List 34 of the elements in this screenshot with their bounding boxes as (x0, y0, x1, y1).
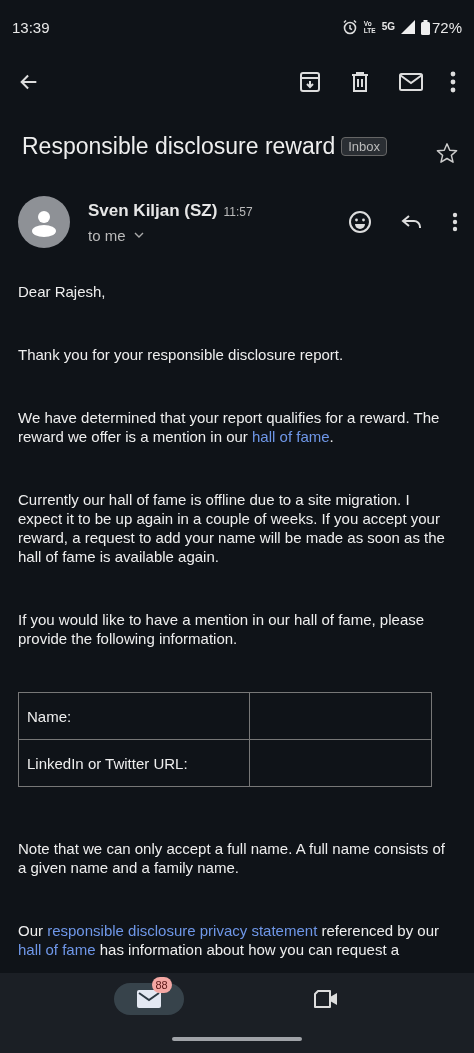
mail-tab[interactable] (113, 983, 184, 1015)
text-link[interactable]: hall of fame (252, 428, 330, 445)
table-cell: Name: (18, 692, 250, 740)
more-button[interactable] (452, 212, 458, 232)
mark-unread-button[interactable] (398, 70, 424, 94)
signal-icon (400, 20, 415, 34)
archive-button[interactable] (298, 70, 322, 94)
text-link[interactable]: hall of fame (18, 941, 96, 958)
chevron-down-icon (133, 232, 144, 238)
video-icon (313, 990, 338, 1008)
body-paragraph: We have determined that your report qualifies for a reward. The reward we offer is a mention in our hall of fame. (18, 408, 441, 446)
battery-percent: 72% (431, 18, 462, 36)
body-paragraph: Currently our hall of fame is offline due to a site migration. I expect it to be up again in a couple of weeks. If you accept your reward, a request to add your name will be made as soon as the hall of fame is available again. (18, 490, 446, 566)
table-cell: LinkedIn or Twitter URL: (18, 739, 250, 787)
more-button[interactable] (450, 71, 456, 93)
body-paragraph: Our responsible disclosure privacy statement referenced by our hall of fame has information about how you can request a (18, 921, 441, 959)
avatar-icon (18, 196, 70, 248)
network-label: 5G (381, 20, 395, 32)
status-time: 13:39 (12, 18, 50, 36)
emoji-button[interactable] (348, 210, 372, 234)
text-link[interactable]: responsible disclosure privacy statement (47, 922, 318, 939)
body-paragraph: Dear Rajesh, (18, 282, 107, 301)
body-paragraph: If you would like to have a mention in our hall of fame, please provide the following information. (18, 610, 426, 648)
unread-count-badge: 88 (151, 977, 172, 993)
sent-time: 11:57 (223, 204, 253, 219)
mail-icon (136, 990, 161, 1008)
inbox-label: Inbox (341, 136, 388, 156)
body-paragraph: Note that we can only accept a full name. A full name consists of a given name and a family name. (18, 839, 446, 877)
sender-name: Sven Kiljan (SZ) (88, 200, 218, 221)
battery-icon (420, 19, 430, 35)
email-subject: Responsible disclosure reward (22, 132, 336, 160)
alarm-icon (341, 19, 358, 35)
body-paragraph: Thank you for your responsible disclosure report. (18, 345, 345, 364)
recipient-toggle[interactable]: to me (88, 226, 144, 244)
